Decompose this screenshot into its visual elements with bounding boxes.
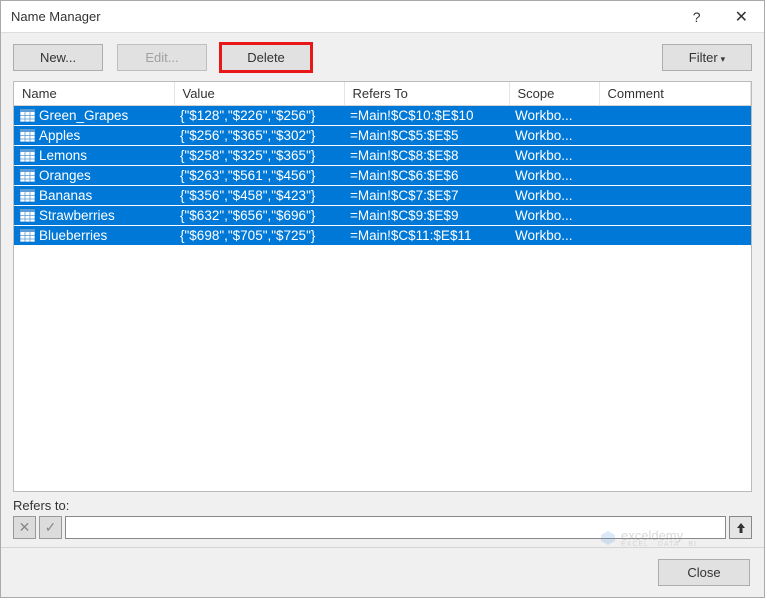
watermark: exceldemy EXCEL · DATA · BI xyxy=(599,528,697,548)
new-button[interactable]: New... xyxy=(13,44,103,71)
close-icon[interactable]: ✕ xyxy=(727,5,756,29)
name-manager-dialog: Name Manager ? ✕ New... Edit... Delete F… xyxy=(0,0,765,598)
table-icon xyxy=(20,109,35,122)
row-refers: =Main!$C$10:$E$10 xyxy=(344,106,509,126)
row-comment xyxy=(599,166,751,186)
filter-button[interactable]: Filter▾ xyxy=(662,44,752,71)
row-name: Blueberries xyxy=(39,228,107,243)
cancel-edit-icon[interactable]: ✕ xyxy=(13,516,36,539)
column-refers[interactable]: Refers To xyxy=(344,82,509,106)
row-comment xyxy=(599,106,751,126)
row-name: Lemons xyxy=(39,148,87,163)
table-row[interactable]: Lemons {"$258","$325","$365"}=Main!$C$8:$… xyxy=(14,146,751,166)
toolbar: New... Edit... Delete Filter▾ xyxy=(1,33,764,81)
row-scope: Workbo... xyxy=(509,166,599,186)
row-name: Bananas xyxy=(39,188,92,203)
row-name: Oranges xyxy=(39,168,91,183)
row-value: {"$632","$656","$696"} xyxy=(174,206,344,226)
edit-button[interactable]: Edit... xyxy=(117,44,207,71)
table-icon xyxy=(20,209,35,222)
row-comment xyxy=(599,206,751,226)
refers-to-label: Refers to: xyxy=(13,498,752,513)
collapse-dialog-icon[interactable] xyxy=(729,516,752,539)
row-refers: =Main!$C$6:$E$6 xyxy=(344,166,509,186)
row-refers: =Main!$C$5:$E$5 xyxy=(344,126,509,146)
table-row[interactable]: Apples {"$256","$365","$302"}=Main!$C$5:$… xyxy=(14,126,751,146)
dialog-title: Name Manager xyxy=(11,9,685,24)
logo-icon xyxy=(599,529,617,547)
row-comment xyxy=(599,226,751,246)
row-comment xyxy=(599,186,751,206)
dialog-footer: Close xyxy=(1,547,764,597)
close-button[interactable]: Close xyxy=(658,559,750,586)
table-row[interactable]: Green_Grapes {"$128","$226","$256"}=Main!… xyxy=(14,106,751,126)
row-value: {"$258","$325","$365"} xyxy=(174,146,344,166)
table-icon xyxy=(20,189,35,202)
row-refers: =Main!$C$11:$E$11 xyxy=(344,226,509,246)
table-row[interactable]: Strawberries {"$632","$656","$696"}=Main!… xyxy=(14,206,751,226)
row-name: Green_Grapes xyxy=(39,108,128,123)
table-row[interactable]: Bananas {"$356","$458","$423"}=Main!$C$7:… xyxy=(14,186,751,206)
row-refers: =Main!$C$8:$E$8 xyxy=(344,146,509,166)
column-value[interactable]: Value xyxy=(174,82,344,106)
row-name: Apples xyxy=(39,128,80,143)
row-refers: =Main!$C$9:$E$9 xyxy=(344,206,509,226)
column-name[interactable]: Name xyxy=(14,82,174,106)
row-name: Strawberries xyxy=(39,208,115,223)
row-value: {"$356","$458","$423"} xyxy=(174,186,344,206)
table-icon xyxy=(20,169,35,182)
confirm-edit-icon[interactable]: ✓ xyxy=(39,516,62,539)
table-row[interactable]: Oranges {"$263","$561","$456"}=Main!$C$6:… xyxy=(14,166,751,186)
table-row[interactable]: Blueberries {"$698","$705","$725"}=Main!$… xyxy=(14,226,751,246)
row-value: {"$698","$705","$725"} xyxy=(174,226,344,246)
row-value: {"$256","$365","$302"} xyxy=(174,126,344,146)
row-scope: Workbo... xyxy=(509,146,599,166)
row-scope: Workbo... xyxy=(509,186,599,206)
row-value: {"$128","$226","$256"} xyxy=(174,106,344,126)
help-icon[interactable]: ? xyxy=(685,7,709,27)
table-header[interactable]: Name Value Refers To Scope Comment xyxy=(14,82,751,106)
row-value: {"$263","$561","$456"} xyxy=(174,166,344,186)
names-table: Name Value Refers To Scope Comment Green… xyxy=(13,81,752,492)
row-scope: Workbo... xyxy=(509,206,599,226)
row-comment xyxy=(599,126,751,146)
column-comment[interactable]: Comment xyxy=(599,82,751,106)
titlebar: Name Manager ? ✕ xyxy=(1,1,764,33)
row-scope: Workbo... xyxy=(509,226,599,246)
chevron-down-icon: ▾ xyxy=(721,54,726,64)
row-scope: Workbo... xyxy=(509,126,599,146)
table-icon xyxy=(20,129,35,142)
titlebar-controls: ? ✕ xyxy=(685,5,756,29)
column-scope[interactable]: Scope xyxy=(509,82,599,106)
delete-button[interactable]: Delete xyxy=(221,44,311,71)
row-refers: =Main!$C$7:$E$7 xyxy=(344,186,509,206)
row-comment xyxy=(599,146,751,166)
table-icon xyxy=(20,229,35,242)
row-scope: Workbo... xyxy=(509,106,599,126)
table-icon xyxy=(20,149,35,162)
